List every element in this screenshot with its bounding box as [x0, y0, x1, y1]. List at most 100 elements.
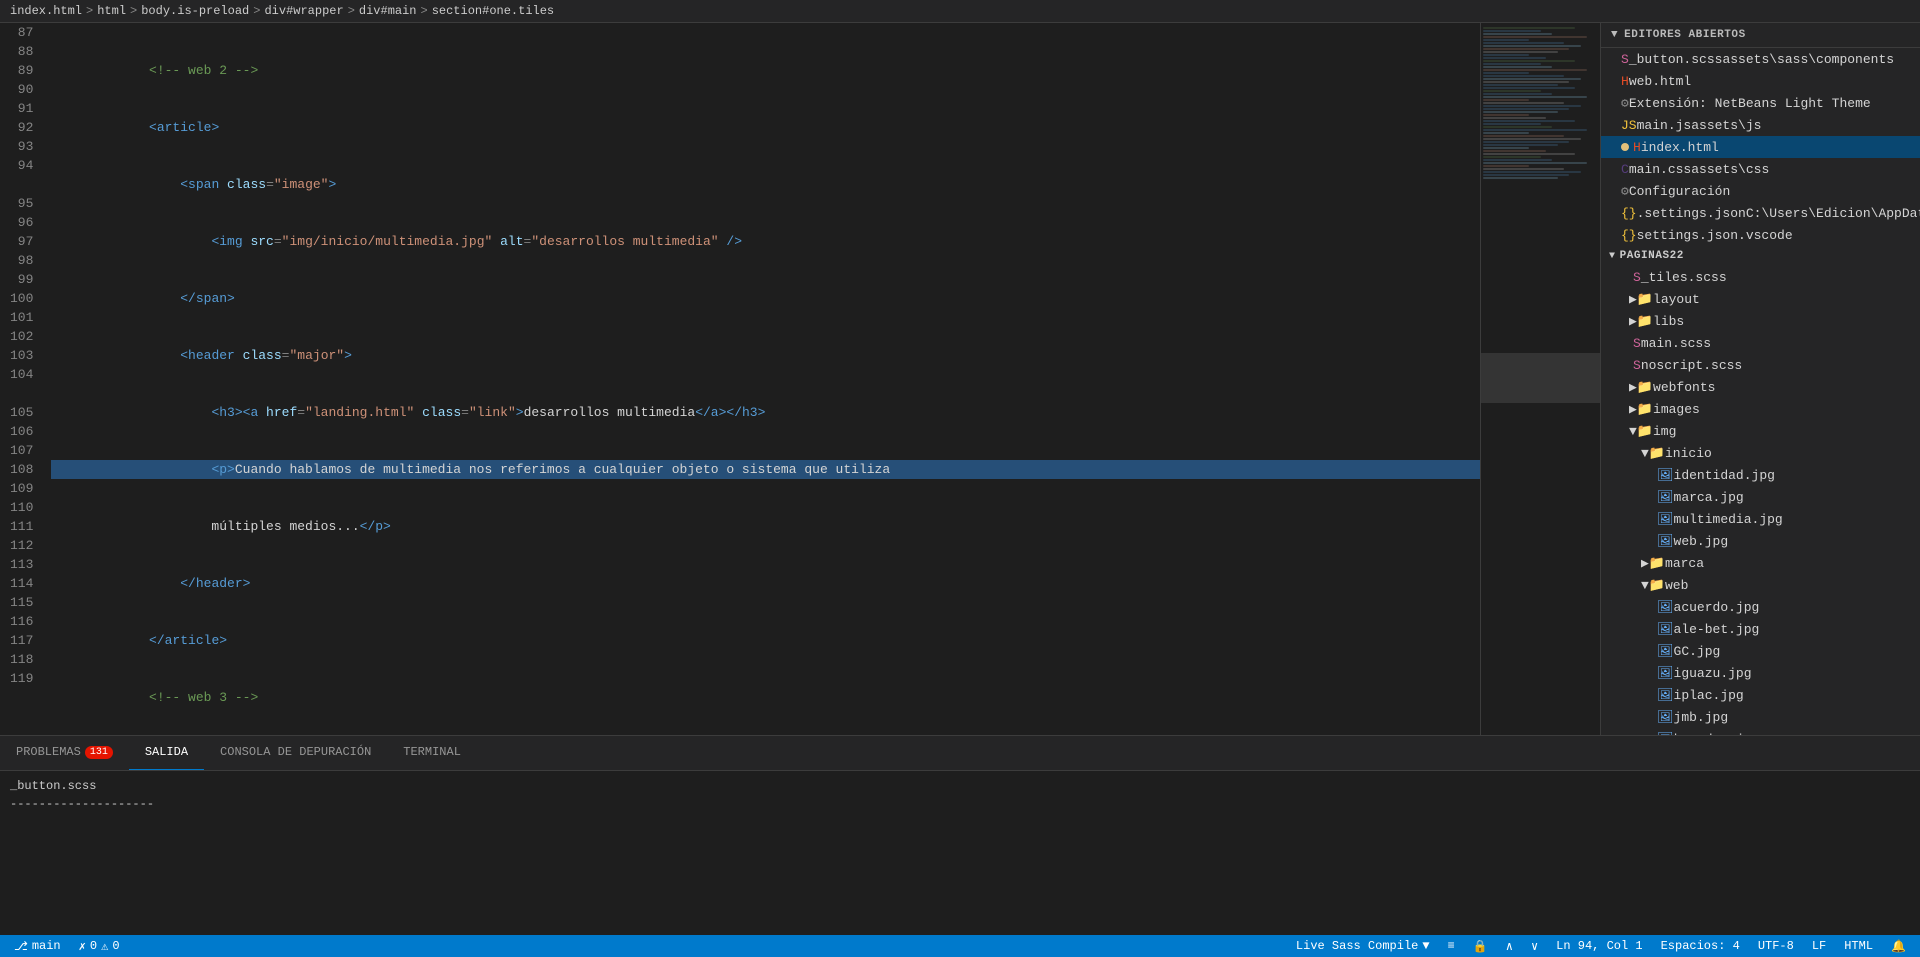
file-label: layout — [1653, 292, 1700, 307]
img-icon: 🖼 — [1657, 710, 1674, 725]
sidebar-item-tiles-scss[interactable]: S _tiles.scss — [1601, 266, 1920, 288]
sidebar-item-ale-bet-jpg[interactable]: 🖼 ale-bet.jpg — [1601, 618, 1920, 640]
file-label: inicio — [1665, 446, 1712, 461]
file-label: images — [1653, 402, 1700, 417]
file-label: marca — [1665, 556, 1704, 571]
sidebar-item-web-jpg[interactable]: 🖼 web.jpg — [1601, 530, 1920, 552]
sidebar-item-web-html[interactable]: H web.html — [1601, 70, 1920, 92]
sidebar-item-libs[interactable]: ▶ 📁 libs — [1601, 310, 1920, 332]
sidebar-item-img[interactable]: ▼ 📁 img — [1601, 420, 1920, 442]
file-label: webfonts — [1653, 380, 1715, 395]
prettier-status[interactable]: 🔒 — [1469, 939, 1492, 954]
breadcrumb-item[interactable]: div#main — [359, 4, 417, 18]
sidebar-item-noscript-scss[interactable]: S noscript.scss — [1601, 354, 1920, 376]
sidebar-item-web-folder[interactable]: ▼ 📁 web — [1601, 574, 1920, 596]
sidebar-item-main-css[interactable]: C main.css assets\css — [1601, 158, 1920, 180]
paginas22-label: PAGINAS22 — [1620, 250, 1684, 262]
file-path: .vscode — [1738, 228, 1793, 243]
sidebar-item-multimedia-jpg[interactable]: 🖼 multimedia.jpg — [1601, 508, 1920, 530]
file-label: GC.jpg — [1674, 644, 1721, 659]
notification-down[interactable]: ∨ — [1527, 939, 1542, 954]
chevron-down-icon: ▼ — [1641, 578, 1649, 593]
format-document[interactable]: ≡ — [1444, 939, 1459, 953]
code-area[interactable]: 87 88 89 90 91 92 93 94 95 96 97 98 99 1… — [0, 23, 1480, 735]
breadcrumb-item[interactable]: div#wrapper — [264, 4, 343, 18]
minimap[interactable] — [1480, 23, 1600, 735]
sass-compile-status[interactable]: Live Sass Compile ▼ — [1292, 939, 1434, 953]
sidebar-item-main-scss[interactable]: S main.scss — [1601, 332, 1920, 354]
tab-debug-console[interactable]: CONSOLA DE DEPURACIÓN — [204, 735, 387, 770]
spaces-indicator[interactable]: Espacios: 4 — [1657, 939, 1744, 953]
notifications-bell[interactable]: 🔔 — [1887, 939, 1910, 954]
tab-terminal[interactable]: TERMINAL — [387, 735, 477, 770]
sidebar-item-karadya-jpg[interactable]: 🖼 karadya.jpg — [1601, 728, 1920, 735]
encoding-label: UTF-8 — [1758, 939, 1794, 953]
sidebar-item-main-js[interactable]: JS main.js assets\js — [1601, 114, 1920, 136]
sidebar-item-marca-jpg[interactable]: 🖼 marca.jpg — [1601, 486, 1920, 508]
sidebar-item-inicio[interactable]: ▼ 📁 inicio — [1601, 442, 1920, 464]
tab-problems[interactable]: PROBLEMAS 131 — [0, 735, 129, 770]
tab-label: SALIDA — [145, 745, 188, 759]
sidebar-item-settings-json-1[interactable]: {} .settings.json C:\Users\Edicion\AppDa… — [1601, 202, 1920, 224]
sidebar-item-extension[interactable]: ⚙ Extensión: NetBeans Light Theme — [1601, 92, 1920, 114]
sidebar-item-config[interactable]: ⚙ Configuración — [1601, 180, 1920, 202]
html-icon: H — [1633, 140, 1641, 155]
chevron-down-icon: ▼ — [1611, 29, 1618, 41]
folder-icon: 📁 — [1637, 380, 1653, 395]
sidebar-item-iguazu-jpg[interactable]: 🖼 iguazu.jpg — [1601, 662, 1920, 684]
panel-content: _button.scss -------------------- — [0, 771, 1920, 935]
sidebar-item-settings-json-2[interactable]: {} settings.json .vscode — [1601, 224, 1920, 246]
tab-output[interactable]: SALIDA — [129, 735, 204, 770]
branch-name: main — [32, 939, 61, 953]
file-label: acuerdo.jpg — [1674, 600, 1760, 615]
file-label: web.html — [1629, 74, 1691, 89]
line-numbers: 87 88 89 90 91 92 93 94 95 96 97 98 99 1… — [0, 23, 51, 735]
breadcrumb-sep: > — [86, 4, 93, 18]
file-path: assets\css — [1691, 162, 1769, 177]
breadcrumb-item[interactable]: html — [97, 4, 126, 18]
open-editors-header[interactable]: ▼ EDITORES ABIERTOS — [1601, 23, 1920, 48]
editor-pane: 87 88 89 90 91 92 93 94 95 96 97 98 99 1… — [0, 23, 1480, 735]
breadcrumb-item[interactable]: index.html — [10, 4, 82, 18]
line-col-indicator[interactable]: Ln 94, Col 1 — [1552, 939, 1646, 953]
file-path: assets\js — [1691, 118, 1761, 133]
file-type-indicator[interactable]: HTML — [1840, 939, 1877, 953]
bell-icon: 🔔 — [1891, 939, 1906, 954]
ext-icon: ⚙ — [1621, 96, 1629, 111]
file-label: Extensión: NetBeans Light Theme — [1629, 96, 1871, 111]
dropdown-icon: ▼ — [1422, 939, 1429, 953]
open-editors-label: EDITORES ABIERTOS — [1624, 29, 1746, 41]
sidebar-item-jmb-jpg[interactable]: 🖼 jmb.jpg — [1601, 706, 1920, 728]
sidebar-item-layout[interactable]: ▶ 📁 layout — [1601, 288, 1920, 310]
sidebar-item-acuerdo-jpg[interactable]: 🖼 acuerdo.jpg — [1601, 596, 1920, 618]
sidebar-item-gc-jpg[interactable]: 🖼 GC.jpg — [1601, 640, 1920, 662]
minimap-viewport[interactable] — [1481, 353, 1600, 403]
git-branch[interactable]: ⎇ main — [10, 939, 65, 954]
code-line: <h3><a href="landing.html" class="link">… — [51, 403, 1480, 422]
breadcrumb-sep: > — [130, 4, 137, 18]
sidebar-item-index-html[interactable]: H index.html — [1601, 136, 1920, 158]
sidebar-item-iplac-jpg[interactable]: 🖼 iplac.jpg — [1601, 684, 1920, 706]
code-content[interactable]: <!-- web 2 --> <article> <span class="im… — [51, 23, 1480, 735]
chevron-right-icon: ▶ — [1629, 314, 1637, 329]
encoding-indicator[interactable]: UTF-8 — [1754, 939, 1798, 953]
errors-warnings[interactable]: ✗ 0 ⚠ 0 — [75, 939, 124, 954]
sidebar-item-marca-folder[interactable]: ▶ 📁 marca — [1601, 552, 1920, 574]
sidebar-item-images[interactable]: ▶ 📁 images — [1601, 398, 1920, 420]
breadcrumb-item[interactable]: body.is-preload — [141, 4, 249, 18]
warning-icon: ⚠ — [101, 939, 108, 954]
sidebar-item-identidad-jpg[interactable]: 🖼 identidad.jpg — [1601, 464, 1920, 486]
paginas22-header[interactable]: ▼ PAGINAS22 — [1601, 246, 1920, 266]
folder-icon: 📁 — [1637, 292, 1653, 307]
img-icon: 🖼 — [1657, 512, 1674, 527]
tab-label: TERMINAL — [403, 745, 461, 759]
breadcrumb-item[interactable]: section#one.tiles — [432, 4, 554, 18]
line-ending-indicator[interactable]: LF — [1808, 939, 1830, 953]
bottom-panel: PROBLEMAS 131 SALIDA CONSOLA DE DEPURACI… — [0, 735, 1920, 935]
sidebar-item-webfonts[interactable]: ▶ 📁 webfonts — [1601, 376, 1920, 398]
notification-up[interactable]: ∧ — [1502, 939, 1517, 954]
file-label: index.html — [1641, 140, 1719, 155]
chevron-down-icon: ▼ — [1629, 424, 1637, 439]
sidebar-item-button-scss[interactable]: S _button.scss assets\sass\components — [1601, 48, 1920, 70]
folder-icon: 📁 — [1637, 314, 1653, 329]
